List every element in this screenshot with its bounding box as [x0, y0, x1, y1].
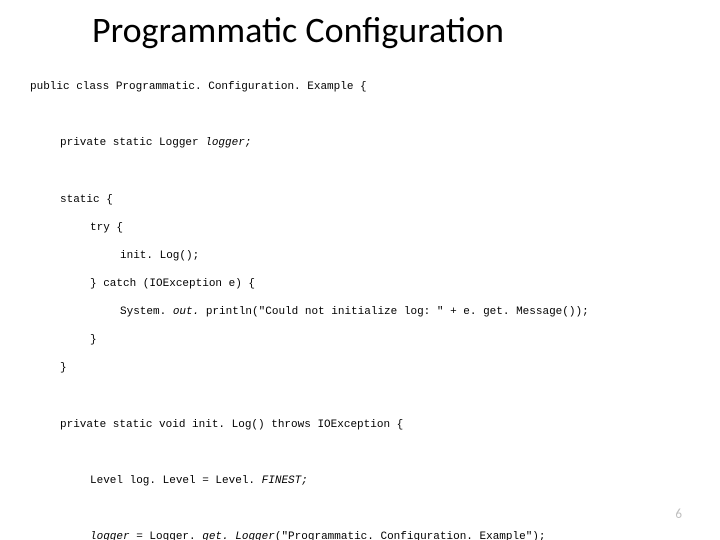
code-line: } catch (IOException e) { [90, 277, 690, 291]
slide: Programmatic Configuration public class … [0, 0, 720, 540]
page-number: 6 [675, 507, 682, 522]
code-line: } [60, 361, 690, 375]
code-block: public class Programmatic. Configuration… [30, 66, 690, 540]
code-line: logger = Logger. get. Logger("Programmat… [90, 530, 690, 540]
code-line: static { [60, 193, 690, 207]
code-line: public class Programmatic. Configuration… [30, 80, 690, 94]
code-line: init. Log(); [120, 249, 690, 263]
code-line: private static void init. Log() throws I… [60, 418, 690, 432]
code-line: private static Logger logger; [60, 136, 690, 150]
code-line: } [90, 333, 690, 347]
code-line: Level log. Level = Level. FINEST; [90, 474, 690, 488]
slide-title: Programmatic Configuration [92, 8, 690, 52]
code-line: try { [90, 221, 690, 235]
code-line: System. out. println("Could not initiali… [120, 305, 690, 319]
